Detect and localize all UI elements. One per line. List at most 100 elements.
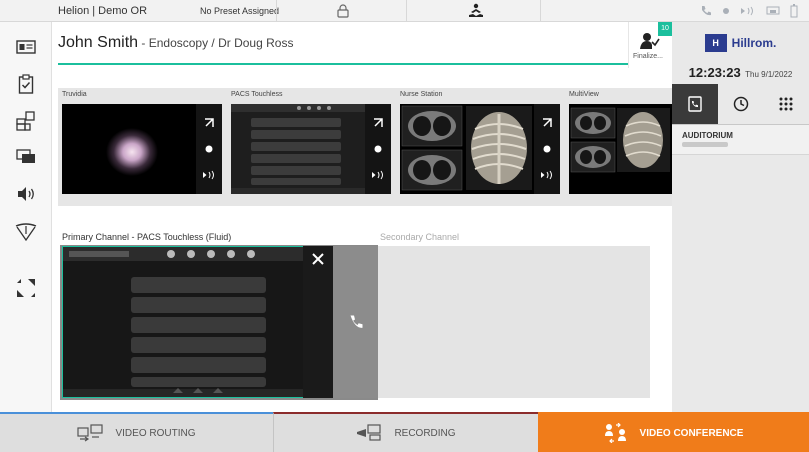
display-status-icon: [766, 6, 780, 15]
surgical-light-icon: [15, 223, 37, 241]
sidebar-item-displays[interactable]: [8, 142, 44, 172]
finalize-button[interactable]: 10 Finalize...: [628, 22, 672, 68]
source-preview[interactable]: [400, 104, 560, 194]
top-bar: Helion | Demo OR No Preset Assigned: [0, 0, 809, 22]
secondary-channel-label: Secondary Channel: [380, 232, 460, 242]
sidebar-item-checklist[interactable]: [8, 69, 44, 99]
source-label: Truvidia: [62, 91, 87, 98]
pacs-primary-video-image: [63, 247, 332, 397]
close-icon[interactable]: [312, 253, 324, 265]
source-controls: [196, 104, 222, 194]
stream-icon[interactable]: [540, 170, 554, 180]
source-controls: [534, 104, 560, 194]
primary-channel-video[interactable]: [62, 246, 333, 398]
contact-name: AUDITORIUM: [682, 131, 733, 140]
clock-time: 12:23:23: [688, 65, 741, 80]
route-arrow-icon[interactable]: [204, 118, 214, 128]
route-arrow-icon[interactable]: [373, 118, 383, 128]
tab-phonebook[interactable]: [672, 84, 718, 124]
finalize-count-badge: 10: [658, 22, 672, 36]
app-title: Helion | Demo OR: [58, 5, 148, 17]
finalize-label: Finalize...: [633, 53, 663, 60]
bottom-tab-bar: VIDEO ROUTING RECORDING VIDEO CONFERENCE: [0, 412, 809, 452]
record-icon[interactable]: [205, 145, 213, 153]
tab-label: RECORDING: [394, 427, 456, 439]
secondary-channel-area[interactable]: [378, 246, 650, 398]
phonebook-icon: [688, 96, 702, 112]
top-bar-spacer: [540, 0, 690, 22]
sidebar-item-fullscreen[interactable]: [8, 273, 44, 303]
source-label: MultiView: [569, 91, 599, 98]
contact-address-blurred: [682, 142, 728, 147]
record-icon[interactable]: [374, 145, 382, 153]
speaker-icon: [18, 187, 34, 201]
clock: 12:23:23 Thu 9/1/2022: [672, 64, 809, 86]
expand-arrows-icon: [17, 279, 35, 297]
clipboard-check-icon: [18, 74, 34, 94]
multiview-preview-image: [569, 104, 672, 194]
app-window: Helion | Demo OR No Preset Assigned John…: [0, 0, 809, 452]
source-preview[interactable]: [569, 104, 672, 194]
sources-strip: Truvidia PACS Touchless Nurse Station Mu…: [58, 88, 672, 206]
left-sidebar: [0, 22, 52, 412]
phone-status-icon: [702, 6, 711, 16]
preset-status: No Preset Assigned: [200, 6, 280, 16]
transfer-segment[interactable]: [406, 0, 540, 22]
lock-segment[interactable]: [276, 0, 406, 22]
right-panel: H Hillrom. 12:23:23 Thu 9/1/2022 AUDITOR…: [672, 22, 809, 412]
primary-channel-label: Primary Channel - PACS Touchless (Fluid): [62, 232, 232, 242]
source-tile-pacs-touchless[interactable]: PACS Touchless: [227, 88, 397, 206]
procedure-info: - Endoscopy / Dr Doug Ross: [138, 36, 294, 50]
clock-date: Thu 9/1/2022: [745, 70, 793, 79]
source-tile-nurse-station[interactable]: Nurse Station: [396, 88, 566, 206]
video-routing-icon: [77, 424, 104, 442]
ct-scan-preview-image: [400, 104, 534, 194]
source-controls: [365, 104, 391, 194]
tab-label: VIDEO ROUTING: [115, 427, 196, 439]
sidebar-item-lights[interactable]: [8, 216, 44, 246]
source-preview[interactable]: [231, 104, 391, 194]
call-button[interactable]: [333, 246, 378, 398]
hillrom-logo-text: Hillrom.: [731, 36, 777, 50]
stream-status-icon: [741, 6, 753, 16]
pacs-list-preview-image: [231, 104, 365, 194]
source-tile-multiview[interactable]: MultiView: [565, 88, 672, 206]
system-status-icons: [700, 4, 798, 18]
history-icon: [733, 96, 748, 112]
brand-logo: H Hillrom.: [672, 22, 809, 64]
sidebar-item-patient[interactable]: [8, 32, 44, 62]
record-icon[interactable]: [543, 145, 551, 153]
route-arrow-icon[interactable]: [542, 118, 552, 128]
tab-video-conference[interactable]: VIDEO CONFERENCE: [538, 412, 809, 452]
monitors-icon: [16, 149, 35, 163]
patient-card-icon: [16, 40, 36, 54]
source-tile-truvidia[interactable]: Truvidia: [58, 88, 228, 206]
battery-status-icon: [790, 4, 798, 18]
recording-icon: [357, 424, 382, 441]
routing-grid-icon: [16, 111, 35, 131]
record-status-icon: [723, 8, 729, 14]
contact-item-auditorium[interactable]: AUDITORIUM: [672, 125, 809, 155]
sidebar-item-routing[interactable]: [8, 106, 44, 136]
tab-history[interactable]: [717, 84, 764, 124]
source-preview[interactable]: [62, 104, 222, 194]
sidebar-item-audio[interactable]: [8, 179, 44, 209]
conference-tabs: [672, 84, 809, 124]
hillrom-logo-mark: H: [704, 34, 727, 52]
hand-transfer-icon: [469, 3, 483, 17]
phone-icon: [350, 315, 362, 328]
lock-icon: [337, 4, 349, 18]
user-check-icon: [640, 33, 660, 49]
source-label: PACS Touchless: [231, 91, 283, 98]
tab-video-routing[interactable]: VIDEO ROUTING: [0, 412, 273, 452]
keypad-icon: [779, 97, 793, 111]
primary-channel-close-strip: [303, 246, 333, 398]
tab-recording[interactable]: RECORDING: [273, 412, 538, 452]
source-label: Nurse Station: [400, 91, 443, 98]
stream-icon[interactable]: [371, 170, 385, 180]
patient-header[interactable]: John Smith - Endoscopy / Dr Doug Ross: [58, 34, 293, 52]
patient-name: John Smith: [58, 34, 139, 51]
tab-keypad[interactable]: [763, 84, 809, 124]
video-conference-icon: [604, 423, 626, 443]
stream-icon[interactable]: [202, 170, 216, 180]
